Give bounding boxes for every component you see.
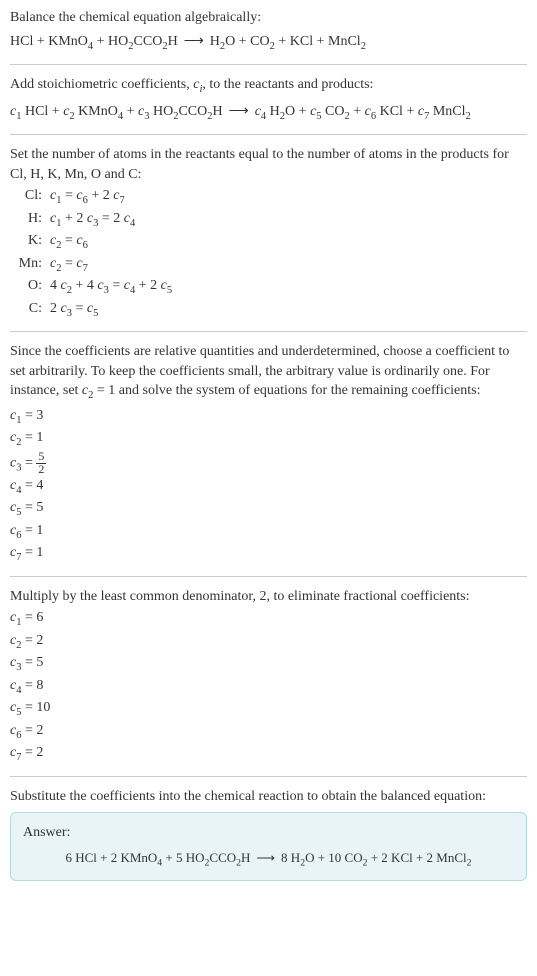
atom-label: O: bbox=[14, 276, 46, 298]
step4-text: Since the coefficients are relative quan… bbox=[10, 342, 527, 404]
atom-label: Mn: bbox=[14, 254, 46, 276]
step2-text: Add stoichiometric coefficients, ci, to … bbox=[10, 75, 527, 97]
step5-section: Multiply by the least common denominator… bbox=[10, 587, 527, 766]
coeff-item: c3 = 5 bbox=[10, 653, 527, 675]
step5-text: Multiply by the least common denominator… bbox=[10, 587, 527, 607]
atom-eq: 4 c2 + 4 c3 = c4 + 2 c5 bbox=[50, 276, 527, 298]
fraction: 52 bbox=[36, 451, 46, 476]
coeff-item: c3 = 52 bbox=[10, 451, 527, 476]
c2-eq: c2 = 1 bbox=[82, 383, 115, 398]
atom-equations-grid: Cl: c1 = c6 + 2 c7 H: c1 + 2 c3 = 2 c4 K… bbox=[14, 186, 527, 321]
coeff-item: c5 = 5 bbox=[10, 498, 527, 520]
intro-section: Balance the chemical equation algebraica… bbox=[10, 8, 527, 54]
step3-section: Set the number of atoms in the reactants… bbox=[10, 145, 527, 321]
coeff-item: c5 = 10 bbox=[10, 698, 527, 720]
coeff-item: c7 = 1 bbox=[10, 543, 527, 565]
atom-label: H: bbox=[14, 209, 46, 231]
coeff-item: c1 = 6 bbox=[10, 608, 527, 630]
atom-eq: c1 + 2 c3 = 2 c4 bbox=[50, 209, 527, 231]
coeff-item: c2 = 1 bbox=[10, 428, 527, 450]
coeff-item: c1 = 3 bbox=[10, 406, 527, 428]
atom-eq: 2 c3 = c5 bbox=[50, 299, 527, 321]
atom-label: K: bbox=[14, 231, 46, 253]
step6-section: Substitute the coefficients into the che… bbox=[10, 787, 527, 881]
coeff-list-1: c1 = 3 c2 = 1 c3 = 52 c4 = 4 c5 = 5 c6 =… bbox=[10, 406, 527, 566]
atom-label: C: bbox=[14, 299, 46, 321]
step2-text-a: Add stoichiometric coefficients, bbox=[10, 77, 193, 92]
answer-box: Answer: 6 HCl + 2 KMnO4 + 5 HO2CCO2H⟶8 H… bbox=[10, 812, 527, 881]
fraction-den: 2 bbox=[36, 464, 46, 476]
coeff-item: c6 = 2 bbox=[10, 721, 527, 743]
step6-text: Substitute the coefficients into the che… bbox=[10, 787, 527, 807]
coeff-item: c7 = 2 bbox=[10, 743, 527, 765]
coeff-item: c4 = 4 bbox=[10, 476, 527, 498]
step3-text: Set the number of atoms in the reactants… bbox=[10, 145, 527, 184]
step4-section: Since the coefficients are relative quan… bbox=[10, 342, 527, 566]
answer-label: Answer: bbox=[23, 823, 514, 843]
step2-text-b: , to the reactants and products: bbox=[202, 77, 373, 92]
atom-eq: c2 = c7 bbox=[50, 254, 527, 276]
coeff-item: c6 = 1 bbox=[10, 521, 527, 543]
atom-eq: c1 = c6 + 2 c7 bbox=[50, 186, 527, 208]
atom-eq: c2 = c6 bbox=[50, 231, 527, 253]
divider bbox=[10, 64, 527, 65]
atom-label: Cl: bbox=[14, 186, 46, 208]
coeff-list-2: c1 = 6 c2 = 2 c3 = 5 c4 = 8 c5 = 10 c6 =… bbox=[10, 608, 527, 765]
divider bbox=[10, 576, 527, 577]
coeff-item: c2 = 2 bbox=[10, 631, 527, 653]
divider bbox=[10, 776, 527, 777]
coeff-item: c4 = 8 bbox=[10, 676, 527, 698]
intro-text: Balance the chemical equation algebraica… bbox=[10, 8, 527, 28]
divider bbox=[10, 134, 527, 135]
divider bbox=[10, 331, 527, 332]
step2-equation: c1 HCl + c2 KMnO4 + c3 HO2CCO2H⟶c4 H2O +… bbox=[10, 102, 527, 124]
step2-section: Add stoichiometric coefficients, ci, to … bbox=[10, 75, 527, 124]
step4-text-b: and solve the system of equations for th… bbox=[115, 383, 480, 398]
answer-equation: 6 HCl + 2 KMnO4 + 5 HO2CCO2H⟶8 H2O + 10 … bbox=[23, 849, 514, 870]
intro-equation: HCl + KMnO4 + HO2CCO2H⟶H2O + CO2 + KCl +… bbox=[10, 32, 527, 54]
